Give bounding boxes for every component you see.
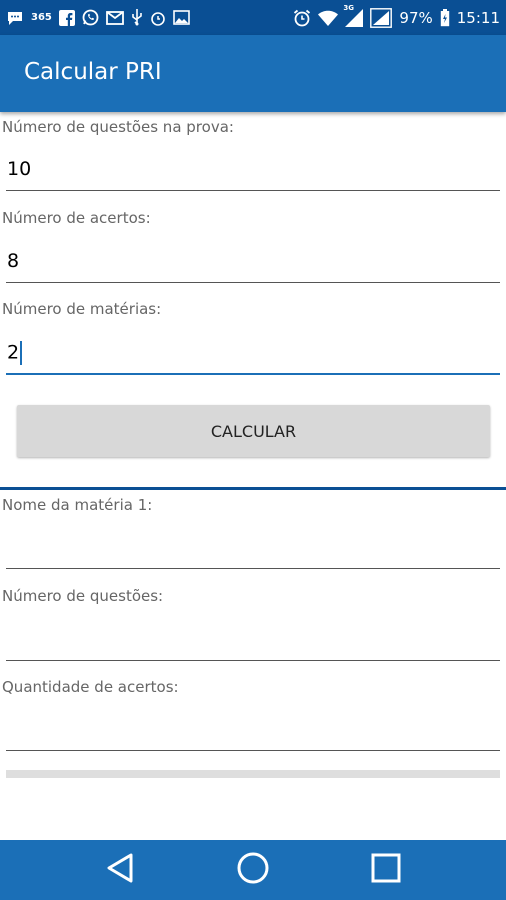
hits-label: Número de acertos: — [2, 209, 151, 227]
image-icon — [173, 10, 190, 25]
network-type-label: 3G — [343, 3, 355, 12]
questions-field[interactable]: 10 — [6, 152, 500, 191]
text-cursor — [20, 341, 23, 365]
mail-icon — [105, 10, 124, 25]
subject-hits-label: Quantidade de acertos: — [2, 678, 179, 696]
back-button[interactable] — [100, 852, 140, 888]
subject-questions-label: Número de questões: — [2, 587, 164, 605]
subjects-value-wrap: 2 — [7, 341, 23, 365]
recents-square-icon — [370, 852, 402, 888]
battery-icon — [440, 8, 450, 27]
navigation-bar — [0, 840, 506, 900]
signal-icon — [370, 7, 393, 28]
subjects-field[interactable]: 2 — [6, 336, 500, 375]
subject-name-label: Nome da matéria 1: — [2, 496, 153, 514]
subjects-value: 2 — [7, 341, 20, 364]
chat-icon — [6, 10, 24, 26]
questions-label: Número de questões na prova: — [2, 118, 234, 136]
signal-3g-icon: 3G — [343, 4, 364, 27]
home-button[interactable] — [233, 852, 273, 888]
back-triangle-icon — [105, 852, 135, 888]
usb-icon — [131, 9, 143, 26]
subject-hits-field[interactable] — [6, 710, 500, 751]
hits-value: 8 — [7, 250, 20, 272]
notification-icons: 365 — [6, 9, 190, 26]
wifi-icon — [318, 10, 339, 26]
questions-value: 10 — [7, 158, 32, 180]
app-bar: Calcular PRI — [0, 35, 506, 112]
facebook-icon — [58, 9, 75, 26]
subject-name-field[interactable] — [6, 528, 500, 569]
calculate-button[interactable]: CALCULAR — [17, 405, 490, 457]
recent-apps-button[interactable] — [366, 852, 406, 888]
system-icons: 3G 97% 15:11 — [293, 4, 500, 28]
alarm-clock-icon — [293, 9, 311, 27]
clock: 15:11 — [456, 8, 500, 27]
home-circle-icon — [236, 851, 270, 889]
section-divider — [0, 487, 506, 490]
battery-percentage: 97% — [399, 8, 433, 27]
hits-field[interactable]: 8 — [6, 244, 500, 283]
alarm-icon — [150, 10, 166, 26]
subjects-label: Número de matérias: — [2, 300, 162, 318]
carrier-icon: 365 — [31, 12, 52, 23]
subject-questions-field[interactable] — [6, 620, 500, 661]
status-bar: 365 3G 97% 15:11 — [0, 0, 506, 35]
whatsapp-icon — [82, 9, 99, 26]
next-button-partial[interactable] — [6, 770, 500, 778]
app-title: Calcular PRI — [24, 59, 162, 85]
